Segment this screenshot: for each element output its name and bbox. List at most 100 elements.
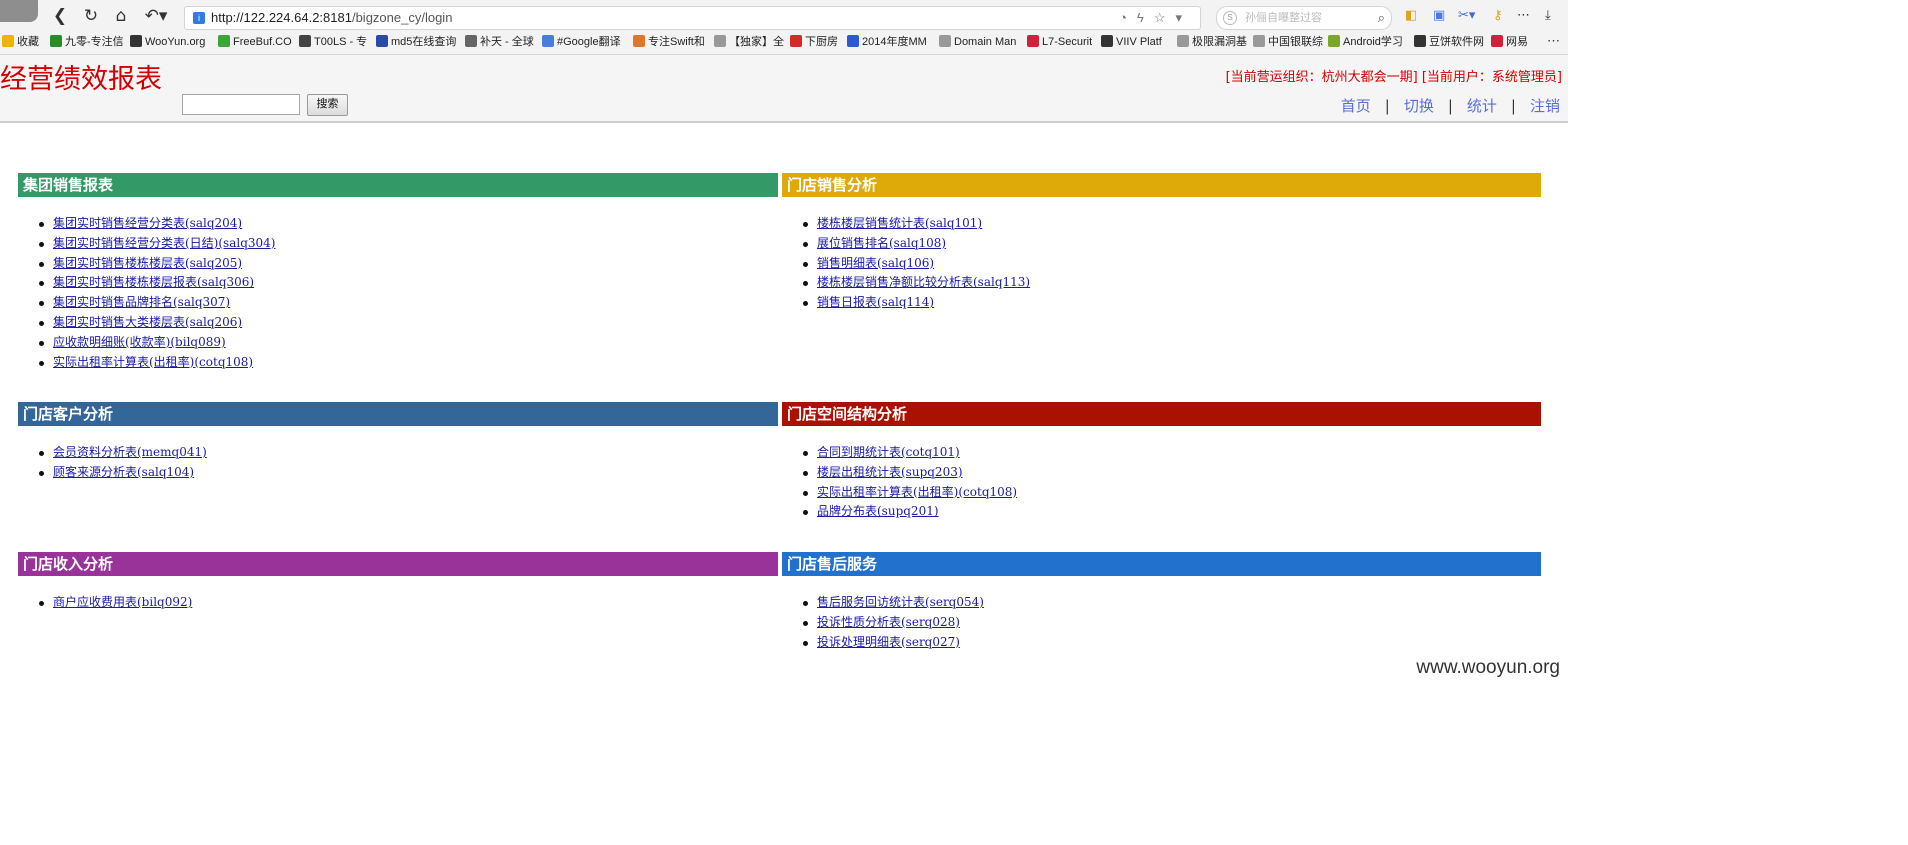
bookmark-item[interactable]: Android学习	[1328, 34, 1403, 50]
nav-logout[interactable]: 注销	[1530, 97, 1560, 115]
nav-switch[interactable]: 切换	[1404, 97, 1434, 115]
bookmark-item[interactable]: 极限漏洞基	[1177, 34, 1247, 50]
list-item: 楼栋楼层销售统计表(salq101)	[802, 214, 1030, 234]
bookmark-label: WooYun.org	[145, 36, 206, 48]
bookmark-item[interactable]: 网易	[1491, 34, 1528, 50]
bookmark-item[interactable]: 收藏	[2, 34, 39, 50]
search-button[interactable]: 搜索	[307, 94, 348, 116]
report-link[interactable]: 顾客来源分析表(salq104)	[53, 465, 194, 479]
report-link[interactable]: 商户应收费用表(bilq092)	[53, 595, 192, 609]
bookmark-item[interactable]: 豆饼软件网	[1414, 34, 1484, 50]
search-icon[interactable]: ⌕	[1378, 7, 1385, 29]
lightning-icon[interactable]: ϟ	[1137, 10, 1154, 25]
list-item: 投诉处理明细表(serq027)	[803, 633, 984, 653]
extension-icon[interactable]: ◧	[1405, 8, 1417, 24]
bookmark-label: 专注Swift和	[648, 36, 705, 48]
scissors-icon[interactable]: ✂▾	[1458, 8, 1475, 24]
bookmark-item[interactable]: FreeBuf.CO	[218, 34, 292, 50]
bookmark-item[interactable]: 专注Swift和	[633, 34, 705, 50]
reload-icon[interactable]: ↻	[81, 6, 101, 26]
screenshot-icon[interactable]: ▣	[1433, 8, 1445, 24]
nav-stats[interactable]: 统计	[1467, 97, 1497, 115]
report-link[interactable]: 集团实时销售大类楼层表(salq206)	[53, 315, 242, 329]
address-bar[interactable]: i http://122.224.64.2:8181/bigzone_cy/lo…	[184, 6, 1201, 30]
bookmark-label: 豆饼软件网	[1429, 36, 1484, 48]
bookmark-item[interactable]: L7-Securit	[1027, 34, 1092, 50]
panel-title: 门店空间结构分析	[782, 402, 1541, 426]
report-link[interactable]: 集团实时销售经营分类表(salq204)	[53, 216, 242, 230]
report-link[interactable]: 楼层出租统计表(supq203)	[817, 465, 963, 479]
report-link[interactable]: 售后服务回访统计表(serq054)	[817, 595, 984, 609]
report-link[interactable]: 实际出租率计算表(出租率)(cotq108)	[817, 485, 1017, 499]
list-item: 顾客来源分析表(salq104)	[39, 463, 207, 483]
panel-title: 门店销售分析	[782, 173, 1541, 197]
chevron-down-icon[interactable]: ▾	[1175, 10, 1192, 25]
panel-title: 门店收入分析	[18, 552, 778, 576]
report-link[interactable]: 集团实时销售楼栋楼层表(salq205)	[53, 256, 242, 270]
list-item: 集团实时销售经营分类表(salq204)	[38, 214, 275, 234]
report-link[interactable]: 会员资料分析表(memq041)	[53, 445, 207, 459]
bookmark-label: VIIV Platf	[1116, 36, 1162, 48]
bookmark-label: 中国银联综	[1268, 36, 1323, 48]
bookmark-item[interactable]: 【独家】全	[714, 34, 784, 50]
bookmarks-more-icon[interactable]: ⋯	[1547, 33, 1560, 49]
bookmark-item[interactable]: T00LS - 专	[299, 34, 367, 50]
search-engine-icon[interactable]: S	[1223, 11, 1237, 25]
browser-search-box[interactable]: S 孙俪自曝整过容 ⌕	[1216, 6, 1392, 30]
bookmark-item[interactable]: md5在线查询	[376, 34, 456, 50]
url-text: http://122.224.64.2:8181/bigzone_cy/logi…	[211, 7, 452, 29]
bookmark-item[interactable]: Domain Man	[939, 34, 1016, 50]
list-item: 销售明细表(salq106)	[802, 254, 1030, 274]
bookmark-label: FreeBuf.CO	[233, 36, 292, 48]
site-info-icon[interactable]: i	[193, 12, 205, 24]
watermark: www.wooyun.org	[1416, 657, 1560, 678]
report-link[interactable]: 销售明细表(salq106)	[817, 256, 934, 270]
search-input[interactable]	[182, 94, 300, 115]
report-link[interactable]: 楼栋楼层销售统计表(salq101)	[817, 216, 982, 230]
list-item: 集团实时销售大类楼层表(salq206)	[38, 313, 275, 333]
report-link[interactable]: 集团实时销售楼栋楼层报表(salq306)	[53, 275, 254, 289]
browser-toolbar: ❮ ↻ ⌂ ↶▾ i http://122.224.64.2:8181/bigz…	[0, 0, 1568, 31]
more-icon[interactable]: ⋯	[1517, 8, 1530, 24]
report-link[interactable]: 集团实时销售品牌排名(salq307)	[53, 295, 230, 309]
report-link[interactable]: 合同到期统计表(cotq101)	[817, 445, 960, 459]
nav-separator: |	[1384, 97, 1390, 115]
bookmark-item[interactable]: 九零-专注信	[50, 34, 124, 50]
bookmark-label: 极限漏洞基	[1192, 36, 1247, 48]
report-link-list: 会员资料分析表(memq041) 顾客来源分析表(salq104)	[39, 443, 207, 483]
report-link[interactable]: 展位销售排名(salq108)	[817, 236, 946, 250]
bookmark-item[interactable]: VIIV Platf	[1101, 34, 1162, 50]
nav-home[interactable]: 首页	[1341, 97, 1371, 115]
tools-icon	[299, 35, 311, 47]
bookmark-star-icon[interactable]: ☆	[1154, 10, 1176, 25]
report-link[interactable]: 品牌分布表(supq201)	[817, 504, 939, 518]
home-icon[interactable]: ⌂	[111, 6, 131, 26]
list-item: 商户应收费用表(bilq092)	[38, 593, 192, 613]
report-link[interactable]: 集团实时销售经营分类表(日结)(salq304)	[53, 236, 275, 250]
speed-icon[interactable]: ◔	[1119, 10, 1137, 25]
report-link[interactable]: 投诉处理明细表(serq027)	[817, 635, 960, 649]
report-link[interactable]: 实际出租率计算表(出租率)(cotq108)	[53, 355, 253, 369]
list-item: 实际出租率计算表(出租率)(cotq108)	[38, 353, 275, 373]
report-link[interactable]: 应收款明细账(收款率)(bilq089)	[53, 335, 226, 349]
bookmark-item[interactable]: 中国银联综	[1253, 34, 1323, 50]
bookmark-item[interactable]: WooYun.org	[130, 34, 205, 50]
bookmark-item[interactable]: 下厨房	[790, 34, 838, 50]
apple-icon[interactable]	[0, 0, 38, 22]
download-icon[interactable]: ⤓	[1545, 8, 1551, 24]
report-link[interactable]: 楼栋楼层销售净额比较分析表(salq113)	[817, 275, 1030, 289]
address-bar-icons: ◔ϟ☆▾	[1119, 7, 1192, 29]
bookmark-label: #Google翻译	[557, 36, 621, 48]
grid-icon	[376, 35, 388, 47]
report-link[interactable]: 投诉性质分析表(serq028)	[817, 615, 960, 629]
bookmark-label: Domain Man	[954, 36, 1017, 48]
browser-chrome: ❮ ↻ ⌂ ↶▾ i http://122.224.64.2:8181/bigz…	[0, 0, 1568, 55]
translate-icon	[542, 35, 554, 47]
report-link[interactable]: 销售日报表(salq114)	[817, 295, 934, 309]
back-icon[interactable]: ❮	[50, 6, 70, 26]
bookmark-item[interactable]: #Google翻译	[542, 34, 621, 50]
undo-icon[interactable]: ↶▾	[142, 6, 170, 26]
key-icon[interactable]: ⚷	[1493, 8, 1503, 24]
bookmark-item[interactable]: 补天 - 全球	[465, 34, 534, 50]
bookmark-item[interactable]: 2014年度MM	[847, 34, 927, 50]
